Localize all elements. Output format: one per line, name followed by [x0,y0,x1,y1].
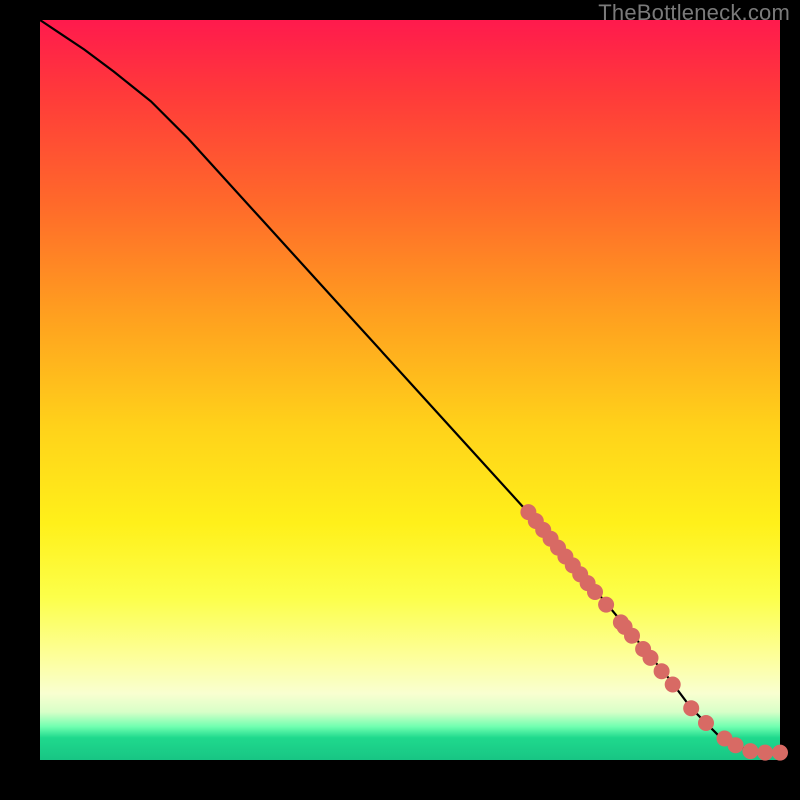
highlighted-points-group [520,504,788,760]
highlighted-point [683,700,699,716]
chart-frame: TheBottleneck.com [0,0,800,800]
plot-area [40,20,780,760]
highlighted-point [742,743,758,759]
highlighted-point [772,745,788,761]
highlighted-point [654,663,670,679]
highlighted-point [598,597,614,613]
highlighted-point [665,677,681,693]
highlighted-point [587,584,603,600]
highlighted-point [728,737,744,753]
highlighted-point [624,628,640,644]
highlighted-point [698,715,714,731]
bottleneck-curve-line [40,20,780,753]
highlighted-point [757,745,773,761]
highlighted-point [643,650,659,666]
chart-svg [40,20,780,760]
